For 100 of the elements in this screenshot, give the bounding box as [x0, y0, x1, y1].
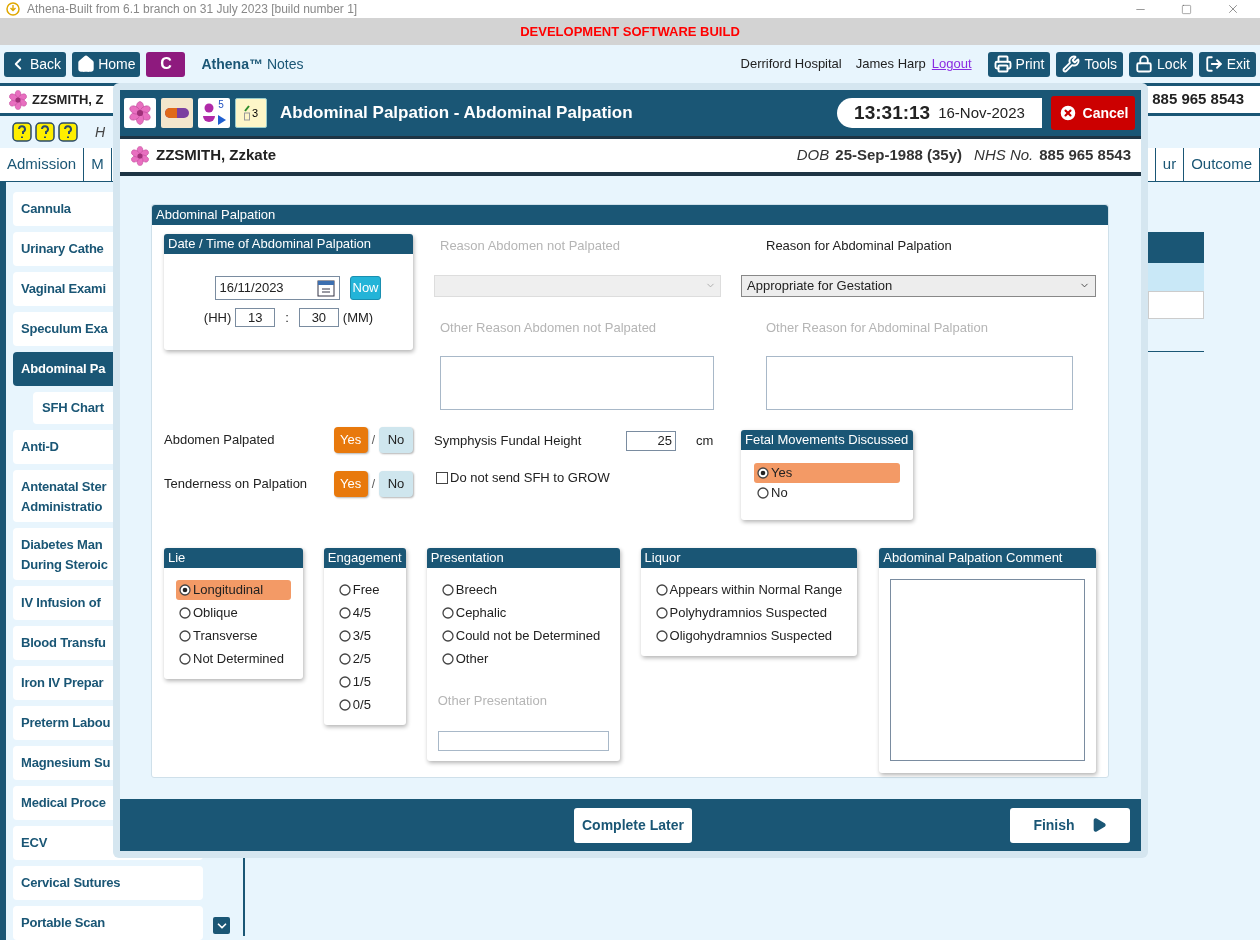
radio-option[interactable]: Yes [754, 463, 900, 483]
radio-icon [655, 630, 668, 642]
checkbox-label: Do not send SFH to GROW [450, 469, 610, 487]
app-logo-icon [6, 2, 20, 16]
help-icon[interactable] [58, 122, 78, 142]
radio-option[interactable]: 3/5 [335, 626, 394, 646]
info-text: H [95, 122, 106, 142]
toggle-option[interactable]: No [379, 471, 413, 497]
tab[interactable]: ur [1154, 148, 1185, 181]
finish-button[interactable]: Finish [1010, 807, 1130, 843]
comment-field[interactable] [890, 579, 1085, 761]
printer-icon [993, 55, 1012, 73]
exit-button[interactable]: Exit [1198, 51, 1256, 77]
radio-icon [338, 676, 351, 688]
radio-icon [757, 467, 769, 479]
group-title: Engagement [323, 548, 406, 568]
radio-icon [338, 584, 351, 596]
radio-icon [441, 584, 454, 596]
radio-icon [655, 607, 668, 619]
radio-option[interactable]: Free [335, 580, 394, 600]
banner-text: DEVELOPMENT SOFTWARE BUILD [520, 22, 740, 41]
clock-date: 16-Nov-2023 [938, 102, 1025, 123]
help-icon[interactable] [12, 122, 32, 142]
radio-option[interactable]: 2/5 [335, 649, 394, 669]
group-title: Lie [164, 548, 303, 568]
radio-option[interactable]: Longitudinal [176, 580, 291, 600]
flower-icon [130, 145, 150, 166]
note-icon [243, 105, 250, 121]
radio-option[interactable]: No [754, 483, 900, 503]
sfh-field[interactable]: 25 [626, 431, 676, 451]
tools-button[interactable]: Tools [1056, 51, 1124, 77]
back-button[interactable]: Back [4, 51, 67, 77]
baby-count-button[interactable]: 5 [198, 98, 230, 128]
flower-icon [128, 101, 152, 125]
hospital-name: Derriford Hospital [740, 55, 842, 74]
user-name: James Harp [855, 55, 926, 74]
minute-field[interactable]: 30 [298, 308, 339, 328]
toggle-separator: / [371, 432, 375, 449]
help-icon[interactable] [35, 122, 55, 142]
hour-field[interactable]: 13 [235, 308, 276, 328]
dob-label: DOB [796, 145, 830, 166]
group-title: Presentation [426, 548, 620, 568]
reason-dropdown[interactable]: Appropriate for Gestation [741, 274, 1096, 297]
sidebar-item[interactable]: Portable Scan [13, 906, 203, 940]
sfh-label: Symphysis Fundal Height [434, 432, 583, 451]
radio-icon [338, 630, 351, 642]
home-icon [77, 55, 96, 73]
nhs-label: NHS No. [974, 145, 1034, 166]
lock-button[interactable]: Lock [1129, 51, 1193, 77]
radio-option[interactable]: Could not be Determined [438, 626, 608, 646]
checkbox[interactable] [436, 471, 448, 484]
group-title: Date / Time of Abdominal Palpation [164, 234, 413, 254]
unit-label: cm [696, 432, 714, 451]
tools-icon [1062, 55, 1081, 73]
field-label: Other Presentation [437, 692, 548, 710]
logout-link[interactable]: Logout [931, 54, 972, 74]
pill-icon [164, 107, 190, 119]
radio-option[interactable]: Other [438, 649, 608, 669]
text-field[interactable] [437, 730, 609, 751]
home-button[interactable]: Home [72, 51, 141, 77]
group-title: Abdominal Palpation Comment [879, 548, 1096, 568]
print-button[interactable]: Print [987, 51, 1051, 77]
radio-option[interactable]: Cephalic [438, 603, 608, 623]
close-circle-icon [1057, 103, 1078, 123]
calendar-icon[interactable] [316, 279, 335, 297]
notes-count-button[interactable]: 3 [235, 98, 267, 128]
complete-later-button[interactable]: Complete Later [574, 807, 692, 843]
toggle-option[interactable]: No [379, 427, 413, 453]
radio-icon [655, 584, 668, 596]
radio-option[interactable]: Appears within Normal Range [652, 580, 846, 600]
radio-option[interactable]: 0/5 [335, 695, 394, 715]
hour-label: (HH) [203, 309, 232, 327]
group-title: Fetal Movements Discussed [741, 430, 913, 450]
radio-option[interactable]: 4/5 [335, 603, 394, 623]
radio-option[interactable]: Breech [438, 580, 608, 600]
radio-option[interactable]: 1/5 [335, 672, 394, 692]
cancel-button[interactable]: Cancel [1051, 96, 1135, 130]
pill-icon-button[interactable] [161, 98, 193, 128]
radio-icon [338, 699, 351, 711]
field-label: Other Reason for Abdominal Palpation [766, 318, 988, 337]
radio-option[interactable]: Polyhydramnios Suspected [652, 603, 846, 623]
minute-label: (MM) [342, 309, 374, 327]
flower-icon-button[interactable] [124, 98, 156, 128]
radio-icon [441, 630, 454, 642]
letter-button[interactable]: C [146, 51, 186, 77]
radio-icon [441, 653, 454, 665]
toggle-separator: / [371, 476, 375, 493]
dob-value: 25-Sep-1988 (35y) [835, 145, 963, 166]
sidebar-item[interactable]: Cervical Sutures [13, 866, 203, 900]
lock-icon [1135, 55, 1154, 73]
radio-option[interactable]: Oligohydramnios Suspected [652, 626, 846, 646]
close-icon[interactable] [1226, 2, 1240, 16]
modal-title: Abdominal Palpation - Abdominal Palpation [280, 102, 633, 125]
patient-name: ZZSMITH, Zzkate [156, 145, 276, 166]
radio-icon [757, 487, 769, 499]
nhs-number: 885 965 8543 [1152, 89, 1244, 110]
panel-title: Abdominal Palpation [152, 205, 1108, 225]
exit-icon [1204, 55, 1223, 73]
scroll-down-button[interactable] [213, 917, 230, 934]
date-field[interactable]: 16/11/2023 [214, 276, 340, 300]
